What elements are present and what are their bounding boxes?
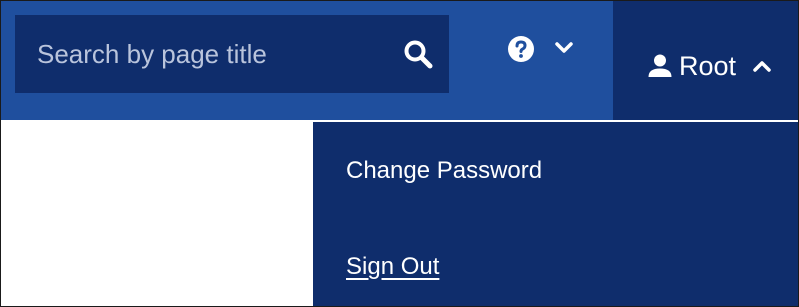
search-icon[interactable] (403, 39, 433, 69)
app-window: Root Change Password Sign Out (0, 0, 799, 307)
help-menu-button[interactable] (493, 23, 593, 79)
user-icon (648, 54, 672, 77)
user-name-label: Root (679, 51, 737, 81)
user-menu-button[interactable]: Root (613, 1, 798, 120)
search-box (15, 15, 449, 93)
chevron-down-icon (555, 42, 573, 53)
help-icon (508, 36, 534, 62)
change-password-menu-item[interactable]: Change Password (346, 156, 542, 186)
chevron-up-icon (753, 61, 771, 72)
user-dropdown-menu: Change Password Sign Out (313, 122, 798, 306)
sign-out-menu-item[interactable]: Sign Out (346, 252, 439, 282)
top-navigation-bar: Root (1, 1, 798, 120)
search-input[interactable] (37, 15, 377, 93)
